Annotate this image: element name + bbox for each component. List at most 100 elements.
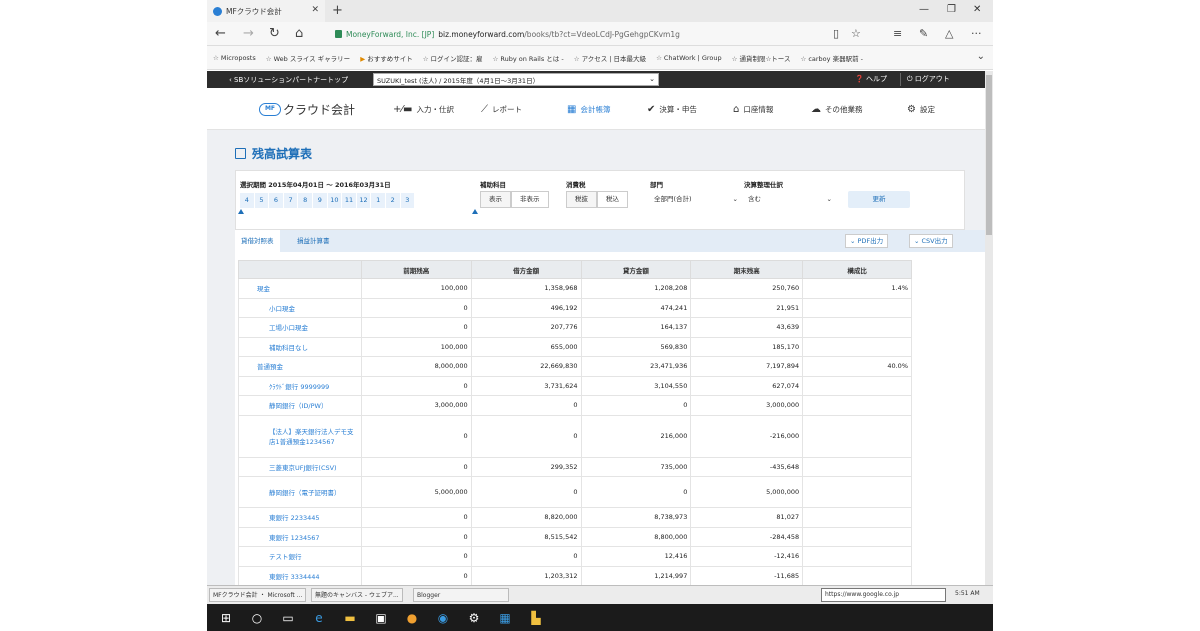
scrollbar-thumb[interactable]	[986, 75, 992, 235]
company-select[interactable]: SUZUKI_test (法人) / 2015年度（4月1日〜3月31日） ⌄	[373, 73, 659, 86]
quick-url-field[interactable]: https://www.google.co.jp	[821, 588, 946, 602]
nav-settings[interactable]: ⚙ 設定	[907, 104, 935, 115]
nav-other[interactable]: ☁ その他業務	[811, 104, 863, 115]
month-button[interactable]: 7	[283, 193, 299, 208]
month-button[interactable]: 10	[327, 193, 343, 208]
account-link[interactable]: 【法人】楽天銀行法人デモ支店1普通預金1234567	[238, 414, 362, 458]
account-link[interactable]: 普通預金	[238, 356, 362, 377]
month-button[interactable]: 5	[254, 193, 270, 208]
app-logo[interactable]: MF クラウド会計	[259, 101, 355, 118]
taskbar-window-item[interactable]: MFクラウド会計 ・ Microsoft ...	[209, 588, 307, 602]
partner-top-link[interactable]: ‹ SBソリューションパートナートップ	[207, 75, 367, 85]
tab-income-statement[interactable]: 損益計算書	[291, 230, 336, 252]
search-icon[interactable]: ○	[248, 611, 266, 625]
aux-show-button[interactable]: 表示	[480, 191, 511, 208]
favorite-item[interactable]: ☆ ChatWork | Group	[656, 54, 722, 62]
chrome-icon[interactable]: ●	[403, 611, 421, 625]
tax-exclusive-button[interactable]: 税抜	[566, 191, 597, 208]
forward-icon[interactable]: →	[243, 26, 254, 41]
csv-export-button[interactable]: ⌄ CSV出力	[909, 234, 953, 248]
month-button[interactable]: 4	[240, 193, 255, 208]
close-window-icon[interactable]: ✕	[973, 4, 981, 15]
back-icon[interactable]: ←	[215, 26, 226, 41]
favorite-item[interactable]: ☆ 通貨制限☆トース	[732, 53, 791, 63]
minimize-icon[interactable]: —	[919, 4, 929, 15]
closing-select[interactable]: 含む ⌄	[744, 191, 836, 208]
taskbar-window-item[interactable]: Blogger	[413, 588, 509, 602]
month-button[interactable]: 9	[312, 193, 328, 208]
url-field[interactable]: MoneyForward, Inc. [JP] biz.moneyforward…	[335, 26, 855, 42]
favorite-item[interactable]: ☆ Web スライス ギャラリー	[266, 53, 350, 63]
favorite-item[interactable]: ☆ ログイン認証：雇	[423, 53, 483, 63]
favorite-item[interactable]: ☆ アクセス | 日本最大級	[574, 53, 646, 63]
month-button[interactable]: 11	[342, 193, 357, 208]
account-link[interactable]: 小口現金	[238, 297, 362, 318]
refresh-icon[interactable]: ↻	[269, 26, 280, 41]
favorite-star-icon[interactable]: ☆	[851, 27, 861, 40]
month-button[interactable]: 8	[298, 193, 313, 208]
favorite-item[interactable]: ☆ Ruby on Rails とは -	[493, 53, 564, 63]
nav-books[interactable]: ▦ 会計帳簿	[567, 104, 610, 115]
favorite-item[interactable]: ☆ Microposts	[213, 54, 256, 62]
account-link[interactable]: テスト銀行	[238, 546, 362, 567]
hub-icon[interactable]: ≡	[893, 27, 902, 40]
tax-inclusive-button[interactable]: 税込	[597, 191, 628, 208]
month-button[interactable]: 6	[269, 193, 284, 208]
month-button[interactable]: 1	[371, 193, 386, 208]
chevron-down-icon[interactable]: ⌄	[977, 51, 985, 62]
note-icon[interactable]: ✎	[919, 27, 928, 40]
account-link[interactable]: 工場小口現金	[238, 317, 362, 338]
month-button[interactable]: 2	[385, 193, 401, 208]
update-button[interactable]: 更新	[848, 191, 910, 208]
account-link[interactable]: 東銀行 2233445	[238, 507, 362, 528]
app-icon[interactable]: ◉	[434, 611, 452, 625]
range-end-handle[interactable]	[472, 209, 478, 214]
account-link[interactable]: 静岡銀行（ID/PW）	[238, 395, 362, 416]
nav-closing[interactable]: ✔ 決算・申告	[647, 104, 697, 115]
account-link[interactable]: 現金	[238, 278, 362, 299]
task-view-icon[interactable]: ▭	[279, 611, 297, 625]
more-icon[interactable]: ···	[971, 27, 982, 40]
check-icon: ✔	[647, 104, 656, 115]
aux-hide-button[interactable]: 非表示	[511, 191, 549, 208]
nav-accounts[interactable]: ⌂ 口座情報	[733, 104, 773, 115]
tab-close-icon[interactable]: ✕	[311, 5, 319, 15]
account-link[interactable]: 静岡銀行（電子証明書）	[238, 476, 362, 508]
nav-input[interactable]: +⁄▬ 入力・仕訳	[393, 104, 454, 115]
logout-link[interactable]: ⏻ ログアウト	[907, 74, 950, 84]
account-link[interactable]: 補助科目なし	[238, 336, 362, 357]
prev-balance: 0	[360, 414, 472, 458]
tab-balance-sheet[interactable]: 貸借対照表	[235, 230, 280, 252]
favorites-bar: ☆ Microposts ☆ Web スライス ギャラリー ▶ おすすめサイト ☆ ログ…	[207, 46, 993, 70]
store-icon[interactable]: ▣	[372, 611, 390, 625]
month-button[interactable]: 12	[356, 193, 372, 208]
maximize-icon[interactable]: ❐	[947, 4, 956, 15]
favorite-item[interactable]: ▶ おすすめサイト	[360, 53, 413, 63]
edge-icon[interactable]: e	[310, 611, 328, 625]
account-link[interactable]: ｸﾗｳﾄﾞ銀行 9999999	[238, 375, 362, 396]
site-identity: MoneyForward, Inc. [JP]	[346, 29, 435, 39]
new-tab-icon[interactable]: +	[332, 3, 343, 18]
pinned-app-icon[interactable]: ▙	[527, 611, 545, 625]
folder-icon[interactable]: ▬	[341, 611, 359, 625]
favorite-item[interactable]: ☆ carboy 楽器駅前 -	[801, 53, 864, 63]
pdf-export-button[interactable]: ⌄ PDF出力	[845, 234, 889, 248]
dept-select[interactable]: 全部門(合計) ⌄	[650, 191, 742, 208]
browser-tab[interactable]: MFクラウド会計 ✕	[207, 0, 325, 22]
share-icon[interactable]: △	[945, 27, 953, 40]
reading-view-icon[interactable]: ▯	[833, 27, 839, 40]
month-button[interactable]: 3	[400, 193, 416, 208]
mail-icon[interactable]: ▦	[496, 611, 514, 625]
tab-bar: MFクラウド会計 ✕ + — ❐ ✕	[207, 0, 993, 22]
nav-report[interactable]: ⟋ レポート	[481, 104, 522, 115]
home-icon[interactable]: ⌂	[295, 26, 303, 41]
account-link[interactable]: 三菱東京UFJ銀行(CSV)	[238, 456, 362, 477]
range-start-handle[interactable]	[238, 209, 244, 214]
account-link[interactable]: 東銀行 1234567	[238, 526, 362, 547]
taskbar-window-item[interactable]: 無題のキャンバス - ウェブア...	[311, 588, 403, 602]
account-link[interactable]: 東銀行 3334444	[238, 565, 362, 585]
settings-icon[interactable]: ⚙	[465, 611, 483, 625]
windows-start-icon[interactable]: ⊞	[217, 611, 235, 625]
help-link[interactable]: ❓ ヘルプ	[855, 74, 887, 84]
page-scrollbar[interactable]	[985, 71, 993, 585]
